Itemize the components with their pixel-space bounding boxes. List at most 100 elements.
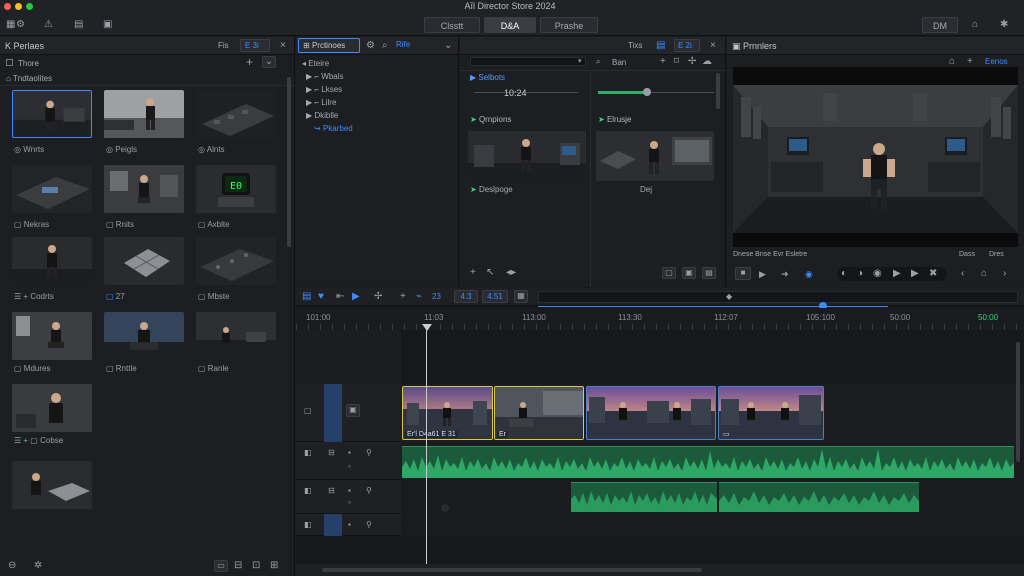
effect-b-header[interactable]: ➤ Elrusje [598, 115, 631, 124]
effects-dropdown[interactable] [470, 57, 586, 66]
effect-b-preview[interactable] [596, 131, 714, 181]
snap-icon[interactable]: ✢ [374, 292, 382, 302]
media-panel-field[interactable]: E 3i [240, 39, 270, 52]
audio-track-3-lane[interactable] [401, 514, 1024, 536]
lock-icon[interactable]: ⌂ [981, 269, 987, 279]
zoom-slider-track[interactable] [538, 306, 888, 307]
view-icon-3[interactable]: ▤ [702, 267, 716, 279]
video-clip-3[interactable] [586, 386, 716, 440]
tree-item-root[interactable]: ◂ Eteire [302, 59, 329, 68]
layout-icon[interactable]: ▤ [74, 20, 83, 30]
effects-scrollbar[interactable] [716, 73, 720, 109]
media-thumb-1[interactable] [12, 90, 92, 138]
lock-icon[interactable]: ⊟ [328, 486, 335, 496]
gear-icon[interactable]: ⚙ [366, 41, 375, 51]
close-window-button[interactable] [4, 3, 11, 10]
effect-a-preview[interactable] [468, 131, 586, 181]
home-icon[interactable]: ⌂ [949, 57, 955, 67]
rewind-icon[interactable]: ◉ [873, 269, 882, 279]
mute-icon[interactable]: ▫ [348, 498, 351, 508]
play-icon[interactable]: ▶ [759, 269, 766, 279]
view-icon-4[interactable]: ⊞ [270, 561, 278, 571]
effect-slider-thumb[interactable] [643, 88, 651, 96]
waveform-icon[interactable]: ⚲ [366, 448, 372, 458]
stop-icon[interactable]: ■ [735, 267, 751, 280]
tree-item[interactable]: ▶ ⌐ Lkses [306, 85, 342, 94]
video-clip-4[interactable]: ▭ [718, 386, 824, 440]
media-thumb-12[interactable] [196, 312, 276, 360]
field-b[interactable]: 4.51 [482, 290, 508, 303]
back-icon[interactable]: ⇤ [336, 292, 344, 302]
add-icon[interactable]: + [967, 57, 973, 67]
waveform-icon[interactable]: ⚲ [366, 520, 372, 530]
play-icon[interactable]: ▶ [352, 292, 360, 302]
media-thumb-10[interactable] [12, 312, 92, 360]
track-monitor-icon[interactable]: ▣ [346, 404, 360, 417]
add-icon[interactable]: + [246, 56, 253, 68]
close-icon[interactable]: ✖ [929, 269, 937, 279]
pointer-icon[interactable]: ↖ [486, 268, 494, 278]
close-icon[interactable]: × [710, 41, 716, 51]
settings-icon[interactable]: ⚙ [16, 20, 25, 30]
mark-out-icon[interactable]: ◑ [857, 269, 863, 279]
add-icon[interactable]: + [660, 57, 666, 67]
search-icon[interactable]: ⌕ [596, 57, 600, 67]
warning-icon[interactable]: ⚠ [44, 20, 53, 30]
window-icon[interactable]: ▣ [103, 20, 112, 30]
chevron-down-icon[interactable]: ▾ [578, 57, 582, 67]
effects-header-field[interactable]: E 2i [674, 39, 700, 52]
grid-icon[interactable]: ▦ [6, 20, 15, 30]
audio-clip-1[interactable] [402, 446, 1014, 478]
media-scrollbar[interactable] [287, 77, 291, 247]
diamond-icon[interactable]: ◆ [726, 292, 732, 302]
tree-item-selected[interactable]: ↪ Pkarbed [314, 124, 353, 133]
list-view-icon[interactable]: ⊖ [8, 561, 16, 571]
tree-item[interactable]: ▶ Dkiblle [306, 111, 338, 120]
layout-icon[interactable]: ▤ [302, 292, 311, 302]
tab-projects[interactable]: ⊞ Prctinoes [298, 38, 360, 53]
media-thumb-13[interactable] [12, 384, 92, 432]
tab-cut[interactable]: Clsstt [424, 17, 480, 33]
close-icon[interactable]: × [280, 41, 286, 51]
layout-icon[interactable]: ▤ [656, 41, 665, 51]
preview-viewer[interactable] [733, 67, 1018, 247]
speaker-icon[interactable]: ◧ [304, 448, 312, 458]
view-icon-1[interactable]: ▢ [662, 267, 676, 279]
media-thumb-8[interactable] [104, 237, 184, 285]
link-icon[interactable]: ⌁ [416, 292, 422, 302]
preview-header-link[interactable]: Eenos [985, 57, 1008, 66]
speaker-icon[interactable]: ◧ [304, 520, 312, 530]
field-c[interactable]: 23 [432, 292, 441, 301]
audio-clip-2[interactable] [571, 482, 717, 512]
add-icon[interactable]: + [470, 268, 476, 278]
gear-icon[interactable]: ✱ [1000, 20, 1008, 30]
forward-icon[interactable]: ➜ [781, 269, 789, 279]
media-thumb-5[interactable] [104, 165, 184, 213]
solo-icon[interactable]: ▪ [348, 448, 351, 458]
timeline-vscrollbar[interactable] [1016, 342, 1020, 462]
next-icon[interactable]: › [1003, 269, 1006, 279]
media-thumb-2[interactable] [104, 90, 184, 138]
mute-icon[interactable]: ▫ [348, 462, 351, 472]
media-thumb-9[interactable] [196, 237, 276, 285]
lock-icon[interactable]: ⊟ [328, 448, 335, 458]
timeline-overview[interactable] [538, 291, 1018, 303]
grid-icon[interactable]: ▦ [514, 290, 528, 303]
maximize-window-button[interactable] [26, 3, 33, 10]
audio-clip-3[interactable] [719, 482, 919, 512]
sort-icon[interactable]: ⌄ [262, 56, 276, 68]
pin-icon[interactable]: ✢ [688, 57, 696, 67]
search-icon[interactable]: ⌕ [382, 41, 388, 51]
solo-icon[interactable]: ▪ [348, 520, 351, 530]
media-thumb-3[interactable] [196, 90, 276, 138]
dm-button[interactable]: DM [922, 17, 958, 33]
view-icon-1[interactable]: ▭ [214, 560, 228, 572]
view-icon-2[interactable]: ▣ [682, 267, 696, 279]
loop-icon[interactable]: ◉ [805, 269, 813, 279]
pin-icon[interactable]: ✲ [34, 561, 42, 571]
track-icon[interactable]: ▢ [304, 406, 312, 416]
tab-deliver[interactable]: Prashe [540, 17, 598, 33]
step-forward-icon[interactable]: ▶ [911, 269, 919, 279]
minimize-window-button[interactable] [15, 3, 22, 10]
track-target[interactable] [324, 384, 342, 442]
